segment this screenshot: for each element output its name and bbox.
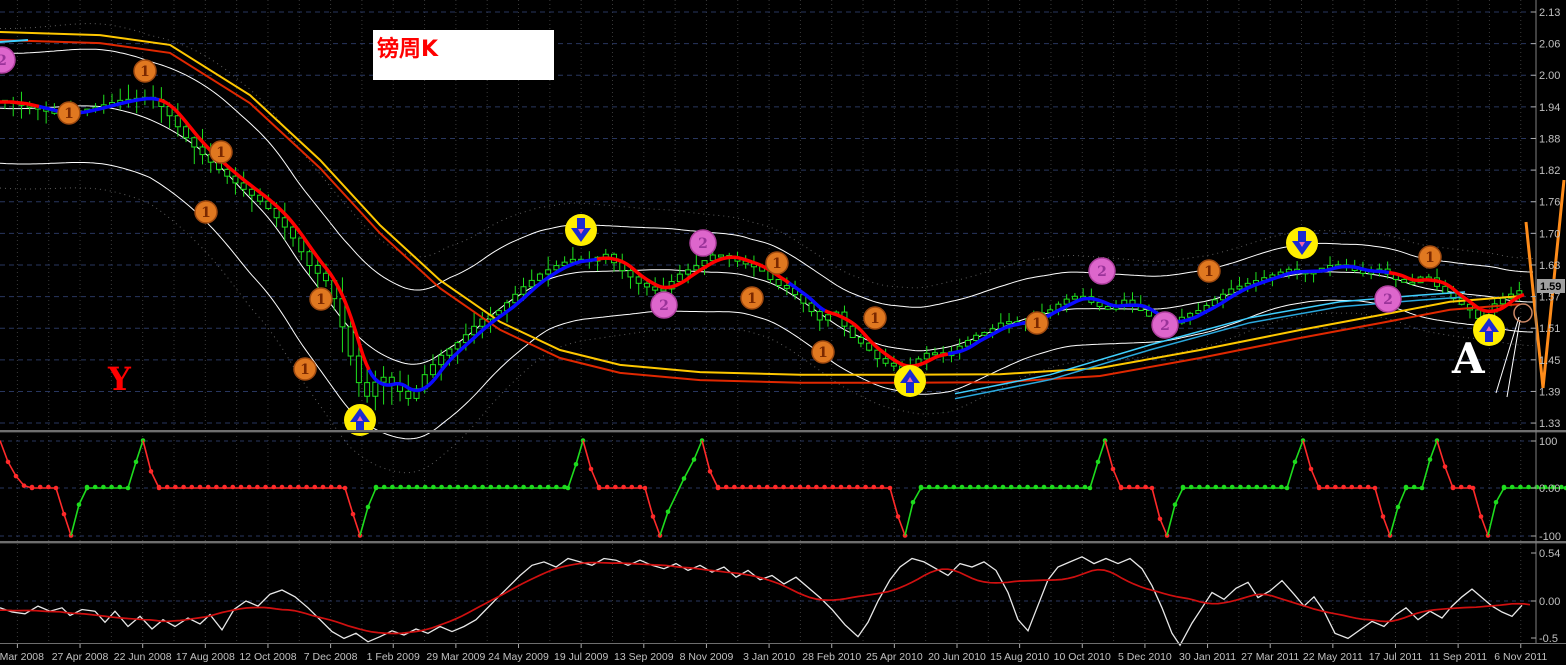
svg-text:7 Dec 2008: 7 Dec 2008 [304,651,358,663]
svg-text:1: 1 [1204,264,1214,280]
svg-text:1.39: 1.39 [1539,386,1560,398]
svg-text:1.57: 1.57 [1539,292,1560,304]
svg-text:1 Feb 2009: 1 Feb 2009 [367,651,420,663]
svg-text:1.63: 1.63 [1539,260,1560,272]
svg-text:15 Aug 2010: 15 Aug 2010 [990,651,1049,663]
svg-text:1: 1 [1425,250,1435,266]
chart-window: 1 1 1 1 1 1 1 1 1 1 1 1 1 2 2 2 2 2 2 2.13 2.06 2.00 1.94 1.88 1… [0,0,1566,665]
svg-text:2: 2 [659,298,669,314]
svg-text:24 May 2009: 24 May 2009 [488,651,549,663]
svg-text:1: 1 [747,291,757,307]
svg-text:1: 1 [1032,316,1042,332]
svg-text:1.82: 1.82 [1539,165,1560,177]
svg-text:1: 1 [201,205,211,221]
svg-text:3 Jan 2010: 3 Jan 2010 [743,651,795,663]
svg-text:2: 2 [1383,292,1393,308]
svg-text:12 Oct 2008: 12 Oct 2008 [239,651,296,663]
svg-text:2.06: 2.06 [1539,39,1560,51]
svg-text:2: 2 [698,236,708,252]
svg-text:-0.5: -0.5 [1539,633,1558,645]
chart-canvas[interactable]: 1 1 1 1 1 1 1 1 1 1 1 1 1 2 2 2 2 2 2 2.13 2.06 2.00 1.94 1.88 1… [0,0,1566,665]
svg-text:1: 1 [316,292,326,308]
svg-text:1.70: 1.70 [1539,228,1560,240]
svg-text:1: 1 [818,345,828,361]
svg-text:11 Sep 2011: 11 Sep 2011 [1429,651,1487,663]
svg-text:30 Jan 2011: 30 Jan 2011 [1179,651,1236,663]
svg-text:10 Oct 2010: 10 Oct 2010 [1054,651,1111,663]
svg-text:1: 1 [64,106,74,122]
svg-text:20 Jun 2010: 20 Jun 2010 [928,651,986,663]
svg-text:27 Apr 2008: 27 Apr 2008 [52,651,109,663]
svg-text:1: 1 [140,64,150,80]
svg-text:28 Feb 2010: 28 Feb 2010 [802,651,861,663]
svg-text:25 Apr 2010: 25 Apr 2010 [866,651,923,663]
svg-text:5 Dec 2010: 5 Dec 2010 [1118,651,1172,663]
svg-text:17 Jul 2011: 17 Jul 2011 [1369,651,1423,663]
svg-text:6 Nov 2011: 6 Nov 2011 [1494,651,1547,663]
svg-text:2 Mar 2008: 2 Mar 2008 [0,651,44,663]
svg-text:100: 100 [1539,436,1557,448]
svg-text:1: 1 [216,145,226,161]
svg-text:19 Jul 2009: 19 Jul 2009 [554,651,608,663]
svg-text:29 Mar 2009: 29 Mar 2009 [426,651,485,663]
svg-text:1: 1 [772,256,782,272]
svg-text:0.00: 0.00 [1539,483,1560,495]
svg-text:-100: -100 [1539,531,1561,543]
svg-text:8 Nov 2009: 8 Nov 2009 [680,651,734,663]
svg-text:2: 2 [1160,318,1170,334]
svg-text:2.13: 2.13 [1539,7,1560,19]
svg-text:1.94: 1.94 [1539,102,1560,114]
svg-text:13 Sep 2009: 13 Sep 2009 [614,651,674,663]
current-price-tag: 1.59 [1537,279,1565,293]
svg-text:1.33: 1.33 [1539,418,1560,430]
svg-text:1: 1 [870,311,880,327]
svg-text:1: 1 [300,362,310,378]
svg-text:1.76: 1.76 [1539,197,1560,209]
svg-text:0.54: 0.54 [1539,548,1560,560]
svg-text:22 May 2011: 22 May 2011 [1303,651,1363,663]
svg-text:27 Mar 2011: 27 Mar 2011 [1241,651,1299,663]
svg-text:17 Aug 2008: 17 Aug 2008 [176,651,235,663]
svg-text:2: 2 [0,53,7,69]
svg-text:1.45: 1.45 [1539,355,1560,367]
svg-text:1.51: 1.51 [1539,323,1560,335]
svg-text:2.00: 2.00 [1539,70,1560,82]
svg-text:0.00: 0.00 [1539,596,1560,608]
price-chart-svg[interactable]: 1 1 1 1 1 1 1 1 1 1 1 1 1 2 2 2 2 2 2 2.13 2.06 2.00 1.94 1.88 1… [0,0,1566,665]
svg-text:1.88: 1.88 [1539,133,1560,145]
svg-text:22 Jun 2008: 22 Jun 2008 [114,651,172,663]
svg-text:2: 2 [1097,264,1107,280]
svg-text:1.59: 1.59 [1540,281,1561,293]
